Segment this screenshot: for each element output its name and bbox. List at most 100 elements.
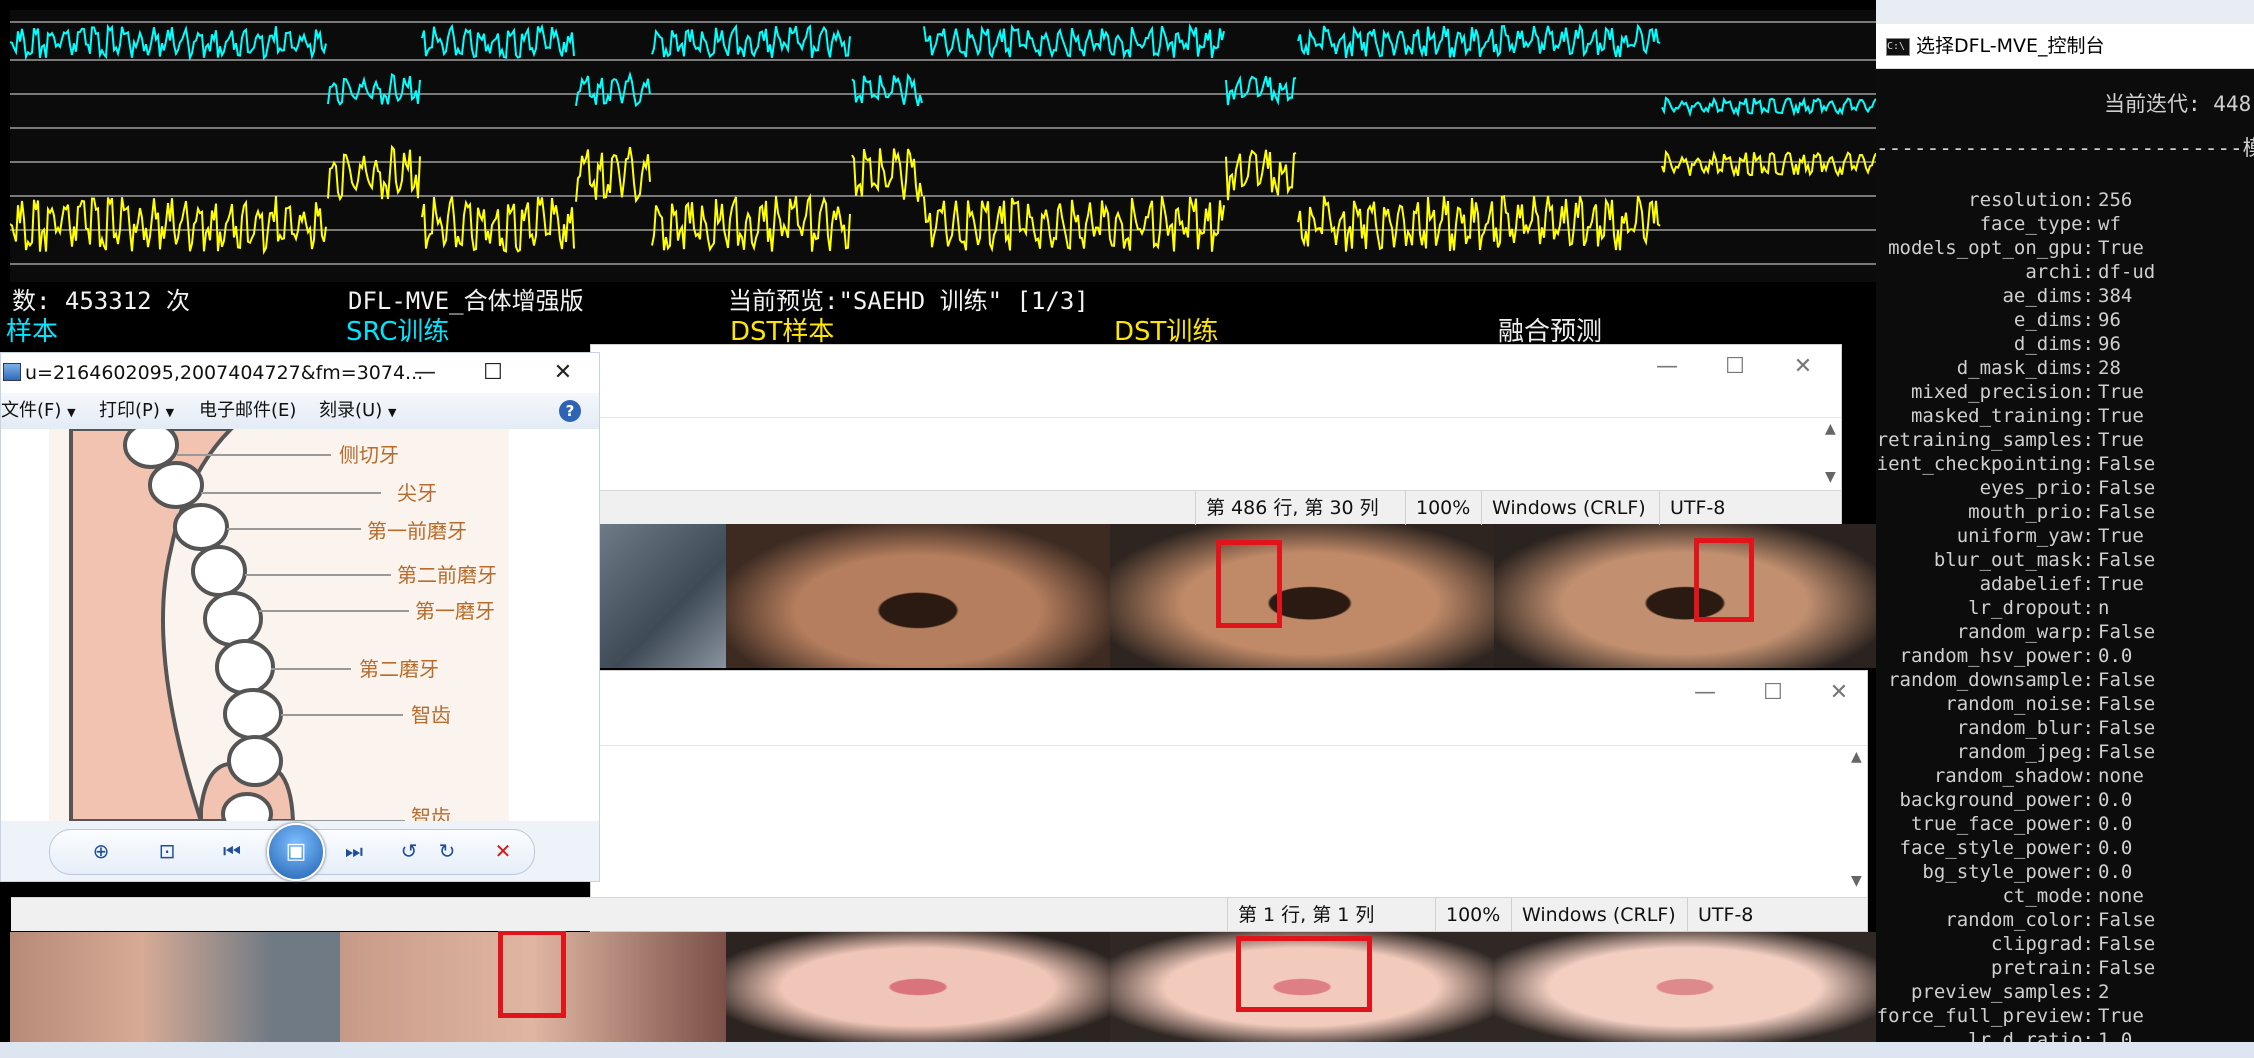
- minimize-button[interactable]: —: [1687, 671, 1723, 715]
- console-setting-row: resolution: 256: [1876, 188, 2254, 212]
- status-bar: 第 1 行, 第 1 列 100% Windows (CRLF) UTF-8: [11, 897, 1867, 932]
- setting-key: masked_training:: [1910, 405, 2094, 427]
- menu-file[interactable]: 文件(F) ▼: [1, 393, 76, 429]
- setting-value: False: [2098, 693, 2156, 715]
- menu-print-label: 打印(P): [99, 400, 160, 421]
- setting-key: lr_d_ratio:: [1968, 1029, 2094, 1042]
- close-button[interactable]: ✕: [1785, 345, 1821, 389]
- setting-value: 0.0: [2098, 813, 2133, 835]
- next-icon[interactable]: ⏭: [327, 835, 381, 867]
- setting-value: False: [2098, 501, 2156, 523]
- setting-key: pretrain:: [1991, 957, 2094, 979]
- help-icon[interactable]: ?: [559, 400, 581, 422]
- scroll-up-icon[interactable]: ▲: [1825, 421, 1836, 437]
- encoding: UTF-8: [1659, 491, 1790, 525]
- console-setting-row: e_dims: 96: [1876, 308, 2254, 332]
- label-lateral-incisor: 侧切牙: [339, 443, 399, 467]
- maximize-button[interactable]: ☐: [1755, 671, 1791, 715]
- chevron-down-icon: ▼: [165, 406, 175, 419]
- status-bar: 第 486 行, 第 30 列 100% Windows (CRLF) UTF-…: [591, 490, 1841, 525]
- console-setting-row: random_color: False: [1876, 908, 2254, 932]
- menu-print[interactable]: 打印(P) ▼: [99, 393, 174, 429]
- graph-trace: [923, 22, 1225, 60]
- setting-value: True: [2098, 1005, 2144, 1027]
- console-setting-row: true_face_power: 0.0: [1876, 812, 2254, 836]
- zoom-level: 100%: [1435, 898, 1506, 932]
- slideshow-icon[interactable]: ▣: [267, 823, 325, 881]
- zoom-level: 100%: [1405, 491, 1476, 525]
- cursor-position: 第 1 行, 第 1 列: [1227, 898, 1426, 932]
- menu-email[interactable]: 电子邮件(E): [199, 393, 296, 429]
- graph-trace: [1661, 96, 1876, 118]
- setting-key: random_hsv_power:: [1899, 645, 2094, 667]
- maximize-button[interactable]: ☐: [475, 353, 511, 393]
- setting-value: none: [2098, 765, 2144, 787]
- scroll-down-icon[interactable]: ▼: [1825, 469, 1836, 485]
- model-section-header: -----------------------------模型: [1876, 136, 2254, 160]
- setting-key: blur_out_mask:: [1933, 549, 2094, 571]
- graph-trace: [10, 23, 327, 62]
- console-setting-row: retraining_samples: True: [1876, 428, 2254, 452]
- label-first-premolar: 第一前磨牙: [367, 519, 467, 543]
- delete-icon[interactable]: ✕: [487, 835, 519, 867]
- close-button[interactable]: ✕: [1821, 671, 1857, 715]
- label-wisdom-tooth: 智齿: [411, 805, 451, 821]
- scroll-down-icon[interactable]: ▼: [1851, 873, 1862, 889]
- console-setting-row: face_style_power: 0.0: [1876, 836, 2254, 860]
- setting-key: d_dims:: [2013, 333, 2094, 355]
- graph-gridlines: [10, 21, 1876, 265]
- setting-value: True: [2098, 381, 2144, 403]
- setting-value: 2: [2098, 981, 2110, 1003]
- console-setting-row: d_dims: 96: [1876, 332, 2254, 356]
- setting-value: 0.0: [2098, 837, 2133, 859]
- close-button[interactable]: ✕: [545, 353, 581, 393]
- setting-key: d_mask_dims:: [1956, 357, 2094, 379]
- setting-key: true_face_power:: [1910, 813, 2094, 835]
- console-setting-row: random_downsample: False: [1876, 668, 2254, 692]
- rotate-right-icon[interactable]: ↻: [431, 835, 463, 867]
- setting-value: False: [2098, 741, 2156, 763]
- scroll-up-icon[interactable]: ▲: [1851, 749, 1862, 765]
- setting-value: 96: [2098, 309, 2121, 331]
- face-thumb: [726, 524, 1110, 668]
- setting-key: ct_mode:: [2002, 885, 2094, 907]
- rotate-left-icon[interactable]: ↺: [393, 835, 425, 867]
- zoom-icon[interactable]: ⊕: [81, 835, 121, 867]
- face-thumb: [10, 932, 340, 1042]
- console-setting-row: archi: df-ud: [1876, 260, 2254, 284]
- setting-value: 384: [2098, 285, 2133, 307]
- maximize-button[interactable]: ☐: [1717, 345, 1753, 389]
- taskbar: [0, 1042, 2254, 1058]
- vertical-scrollbar[interactable]: ▲ ▼: [1821, 419, 1841, 491]
- setting-value: True: [2098, 525, 2144, 547]
- setting-key: preview_samples:: [1910, 981, 2094, 1003]
- console-settings: resolution: 256 face_type: wf models_opt_on_…: [1876, 188, 2254, 1042]
- graph-trace: [651, 23, 851, 59]
- face-thumb: [596, 524, 726, 668]
- menu-burn[interactable]: 刻录(U) ▼: [319, 393, 396, 429]
- setting-value: False: [2098, 477, 2156, 499]
- console-setting-row: adabelief: True: [1876, 572, 2254, 596]
- minimize-button[interactable]: —: [1649, 345, 1685, 389]
- console-setting-row: random_warp: False: [1876, 620, 2254, 644]
- viewer-toolbar: ⊕ ⊡ ⏮ ▣ ⏭ ↺ ↻ ✕: [1, 821, 599, 881]
- graph-trace: [421, 23, 575, 59]
- previous-icon[interactable]: ⏮: [205, 835, 259, 867]
- setting-key: resolution:: [1968, 189, 2094, 211]
- setting-key: e_dims:: [2013, 309, 2094, 331]
- viewer-title: u=2164602095,2007404727&fm=3074...: [25, 362, 424, 384]
- setting-value: False: [2098, 669, 2156, 691]
- divider: [591, 417, 1841, 418]
- minimize-button[interactable]: —: [407, 353, 443, 393]
- src-loss-series: [10, 22, 1876, 118]
- setting-value: True: [2098, 573, 2144, 595]
- viewer-menubar: 文件(F) ▼ 打印(P) ▼ 电子邮件(E) 刻录(U) ▼ ?: [1, 393, 599, 430]
- face-thumb: [1494, 932, 1876, 1042]
- setting-key: face_style_power:: [1899, 837, 2094, 859]
- line-ending: Windows (CRLF): [1481, 491, 1652, 525]
- actual-size-icon[interactable]: ⊡: [149, 835, 185, 867]
- menu-file-label: 文件(F): [1, 400, 62, 421]
- vertical-scrollbar[interactable]: ▲ ▼: [1847, 747, 1867, 895]
- setting-value: False: [2098, 549, 2156, 571]
- teeth-diagram: [49, 429, 509, 821]
